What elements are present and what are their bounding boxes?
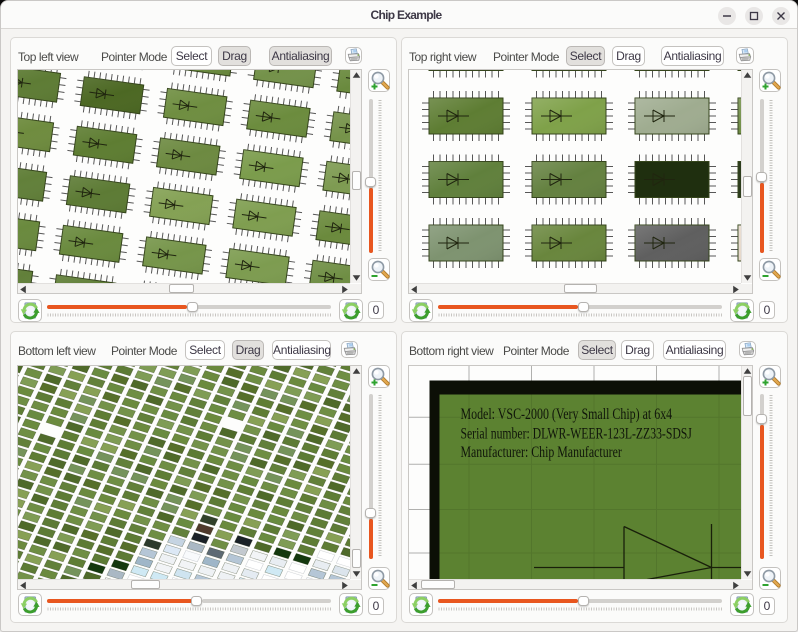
svg-text:Model: VSC-2000 (Very Small Ch: Model: VSC-2000 (Very Small Chip) at 6x4 — [460, 406, 672, 423]
svg-text:Manufacturer: Chip Manufacture: Manufacturer: Chip Manufacturer — [460, 444, 622, 461]
svg-text:Serial number: DLWR-WEER-123L-: Serial number: DLWR-WEER-123L-ZZ33-SDSJ — [460, 425, 692, 442]
